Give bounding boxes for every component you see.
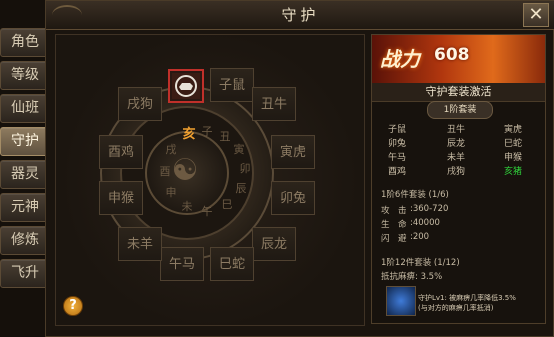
- ring-char-highlight: 亥: [182, 127, 196, 142]
- slot-snake[interactable]: 巳蛇: [210, 247, 254, 281]
- slot-rabbit[interactable]: 卯兔: [271, 181, 315, 215]
- stat-label: 生 命: [381, 220, 407, 230]
- slot-monkey[interactable]: 申猴: [99, 181, 143, 215]
- stat-label: 攻 击: [381, 206, 407, 216]
- slot-dog[interactable]: 戌狗: [118, 87, 162, 121]
- slot-rooster[interactable]: 酉鸡: [99, 135, 143, 169]
- tab-qiling[interactable]: 器灵: [0, 160, 50, 189]
- slot-goat[interactable]: 未羊: [118, 227, 162, 261]
- ring-char: 午: [201, 205, 213, 218]
- tab-feisheng[interactable]: 飞升: [0, 259, 50, 288]
- zodiac-set-item: 巳蛇: [504, 139, 523, 149]
- zodiac-set-item: 子鼠: [388, 125, 407, 135]
- set6-title: 1阶6件套装 (1/6): [381, 190, 449, 200]
- stat-value: :360-720: [410, 204, 449, 214]
- ring-char: 辰: [235, 182, 247, 195]
- zodiac-set-item: 辰龙: [447, 139, 466, 149]
- tab-xianban[interactable]: 仙班: [0, 94, 50, 123]
- ring-char: 酉: [159, 165, 171, 178]
- skill-desc-1: 守护Lv1: 被麻痹几率降低3.5%: [418, 294, 516, 302]
- close-button[interactable]: ✕: [523, 3, 549, 27]
- zodiac-set-item: 戌狗: [447, 167, 466, 177]
- ring-char: 子: [201, 125, 213, 138]
- tab-xiulian[interactable]: 修炼: [0, 226, 50, 255]
- window-title: 守护: [281, 6, 320, 24]
- slot-ox[interactable]: 丑牛: [252, 87, 296, 121]
- tab-yuanshen[interactable]: 元神: [0, 193, 50, 222]
- zodiac-set-item: 酉鸡: [388, 167, 407, 177]
- slot-horse[interactable]: 午马: [160, 247, 204, 281]
- stat-value: :40000: [410, 218, 440, 228]
- slot-tiger[interactable]: 寅虎: [271, 135, 315, 169]
- tab-guard[interactable]: 守护: [0, 127, 50, 156]
- ring-char: 巳: [221, 198, 233, 211]
- set12-bonus: 抵抗麻痹: 3.5%: [381, 272, 443, 282]
- power-label: 战力: [380, 47, 420, 71]
- ring-char: 丑: [219, 130, 231, 143]
- set12-title: 1阶12件套装 (1/12): [381, 258, 460, 268]
- power-value: 608: [434, 45, 470, 65]
- title-bar: 守护 ✕: [46, 1, 554, 30]
- slot-dragon[interactable]: 辰龙: [252, 227, 296, 261]
- skill-desc-2: (与对方的麻痹几率抵消): [418, 304, 494, 312]
- ring-char: 戌: [165, 143, 177, 156]
- game-frame: 角色 等级 仙班 守护 器灵 元神 修炼 飞升 守护 ✕ ☯ 亥 子 丑 寅 卯…: [0, 0, 554, 337]
- zodiac-set-item: 丑牛: [447, 125, 466, 135]
- tab-level[interactable]: 等级: [0, 61, 50, 90]
- stat-value: :200: [410, 232, 430, 242]
- stat-label: 闪 避: [381, 234, 407, 244]
- zodiac-set-item: 申猴: [504, 153, 523, 163]
- ring-char: 卯: [239, 162, 251, 175]
- tier1-pill: 1阶套装: [427, 101, 493, 119]
- ring-char: 未: [181, 200, 193, 213]
- zodiac-set-item: 午马: [388, 153, 407, 163]
- tab-role[interactable]: 角色: [0, 28, 50, 57]
- zodiac-set-item: 寅虎: [504, 125, 523, 135]
- ring-char: 申: [165, 186, 177, 199]
- zodiac-set-item-active: 亥猪: [504, 167, 523, 177]
- equipped-boar-icon[interactable]: [168, 69, 204, 103]
- zodiac-set-item: 卯兔: [388, 139, 407, 149]
- help-button[interactable]: ?: [63, 296, 83, 316]
- set-activation-title: 守护套装激活: [372, 83, 545, 102]
- slot-rat[interactable]: 子鼠: [210, 68, 254, 102]
- ring-char: 寅: [233, 143, 245, 156]
- zodiac-set-item: 未羊: [447, 153, 466, 163]
- guard-skill-icon[interactable]: [386, 286, 416, 316]
